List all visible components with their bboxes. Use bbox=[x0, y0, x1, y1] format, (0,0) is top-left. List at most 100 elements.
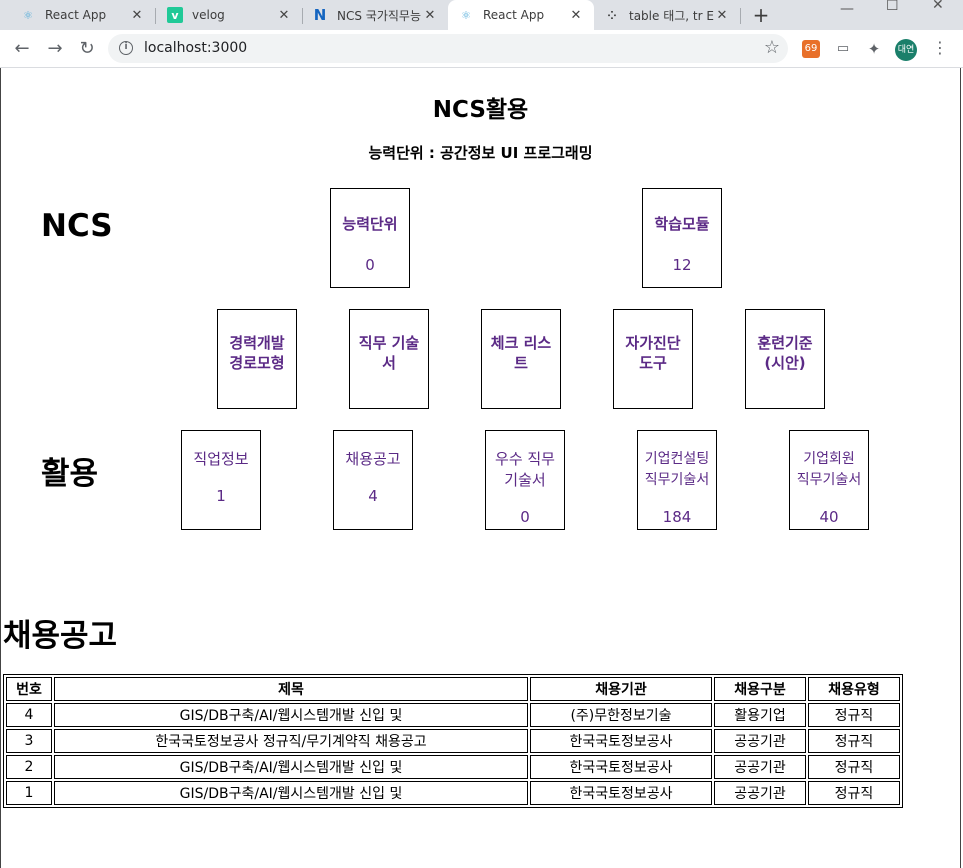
dots-icon: ⁘ bbox=[607, 8, 617, 22]
col-header-type: 채용유형 bbox=[808, 677, 900, 701]
menu-icon[interactable]: ⋮ bbox=[932, 38, 948, 57]
page-content: NCS활용 능력단위 : 공간정보 UI 프로그래밍 NCS 활용 능력단위 0… bbox=[0, 68, 961, 868]
box-learning-module[interactable]: 학습모듈 12 bbox=[642, 188, 722, 288]
close-window-icon[interactable]: ✕ bbox=[932, 0, 944, 28]
box-consulting-job-description[interactable]: 기업컨설팅 직무기술서 184 bbox=[637, 430, 717, 530]
velog-icon: v bbox=[167, 7, 183, 23]
tab-title: React App bbox=[483, 8, 545, 22]
cell-number: 2 bbox=[6, 755, 52, 779]
ncs-icon: N bbox=[313, 6, 327, 24]
close-icon[interactable]: ✕ bbox=[422, 8, 438, 23]
tab-ncs[interactable]: N NCS 국가직무능 ✕ bbox=[302, 0, 448, 30]
table-row[interactable]: 2 GIS/DB구축/AI/웹시스템개발 신입 및 한국국토정보공사 공공기관 … bbox=[6, 755, 900, 779]
box-label: 경력개발 경로모형 bbox=[229, 334, 285, 372]
info-icon[interactable]: i bbox=[119, 41, 133, 55]
cell-title[interactable]: GIS/DB구축/AI/웹시스템개발 신입 및 bbox=[54, 703, 528, 727]
address-bar[interactable]: i localhost:3000 ☆ bbox=[108, 34, 788, 63]
col-header-category: 채용구분 bbox=[714, 677, 806, 701]
cell-type: 정규직 bbox=[808, 781, 900, 805]
cell-title[interactable]: 한국국토정보공사 정규직/무기계약직 채용공고 bbox=[54, 729, 528, 753]
box-label: 직업정보 bbox=[193, 450, 249, 468]
close-icon[interactable]: ✕ bbox=[276, 8, 292, 23]
box-value: 0 bbox=[520, 508, 530, 526]
cell-agency: 한국국토정보공사 bbox=[530, 755, 712, 779]
box-self-diagnosis[interactable]: 자가진단 도구 bbox=[613, 309, 693, 409]
cell-category: 공공기관 bbox=[714, 729, 806, 753]
cell-category: 활용기업 bbox=[714, 703, 806, 727]
box-value: 4 bbox=[368, 487, 378, 505]
table-row[interactable]: 1 GIS/DB구축/AI/웹시스템개발 신입 및 한국국토정보공사 공공기관 … bbox=[6, 781, 900, 805]
box-label: 기업컨설팅 직무기술서 bbox=[644, 451, 710, 488]
puzzle-icon[interactable]: ✦ bbox=[865, 40, 883, 58]
col-header-agency: 채용기관 bbox=[530, 677, 712, 701]
cell-category: 공공기관 bbox=[714, 781, 806, 805]
forward-icon[interactable]: → bbox=[44, 38, 66, 60]
box-excellent-job-description[interactable]: 우수 직무 기술서 0 bbox=[485, 430, 565, 530]
page-title: NCS활용 bbox=[432, 97, 529, 123]
browser-toolbar: ← → ↻ i localhost:3000 ☆ 69 ▭ ✦ 대연 ⋮ bbox=[0, 30, 963, 68]
cell-number: 4 bbox=[6, 703, 52, 727]
tab-title: table 태그, tr E bbox=[629, 8, 714, 23]
react-icon: ⚛ bbox=[23, 8, 33, 22]
minimize-icon[interactable]: — bbox=[840, 2, 854, 32]
cell-number: 3 bbox=[6, 729, 52, 753]
tab-velog[interactable]: v velog ✕ bbox=[155, 0, 302, 30]
box-member-job-description[interactable]: 기업회원 직무기술서 40 bbox=[789, 430, 869, 530]
cell-number: 1 bbox=[6, 781, 52, 805]
cell-agency: (주)무한정보기술 bbox=[530, 703, 712, 727]
new-tab-button[interactable]: + bbox=[750, 4, 772, 26]
cell-title[interactable]: GIS/DB구축/AI/웹시스템개발 신입 및 bbox=[54, 755, 528, 779]
tab-separator bbox=[740, 8, 741, 24]
maximize-icon[interactable]: ☐ bbox=[886, 0, 899, 29]
box-training-standard[interactable]: 훈련기준 (시안) bbox=[745, 309, 825, 409]
tab-react-app-1[interactable]: ⚛ React App ✕ bbox=[0, 0, 155, 30]
box-value: 12 bbox=[672, 256, 692, 274]
extension-icon[interactable]: 69 bbox=[802, 40, 820, 58]
box-label: 직무 기술 서 bbox=[358, 334, 420, 372]
close-icon[interactable]: ✕ bbox=[714, 8, 730, 23]
box-value: 1 bbox=[216, 487, 226, 505]
box-label: 우수 직무 기술서 bbox=[495, 450, 555, 489]
box-checklist[interactable]: 체크 리스 트 bbox=[481, 309, 561, 409]
back-icon[interactable]: ← bbox=[11, 38, 33, 60]
col-header-number: 번호 bbox=[6, 677, 52, 701]
box-value: 184 bbox=[662, 508, 692, 526]
box-job-posting[interactable]: 채용공고 4 bbox=[333, 430, 413, 530]
box-job-description[interactable]: 직무 기술 서 bbox=[349, 309, 429, 409]
usage-label: 활용 bbox=[41, 456, 99, 492]
cell-title[interactable]: GIS/DB구축/AI/웹시스템개발 신입 및 bbox=[54, 781, 528, 805]
box-job-info[interactable]: 직업정보 1 bbox=[181, 430, 261, 530]
recruit-section-title: 채용공고 bbox=[3, 618, 118, 654]
box-label: 능력단위 bbox=[342, 215, 398, 233]
tab-strip: ⚛ React App ✕ v velog ✕ N NCS 국가직무능 ✕ ⚛ … bbox=[0, 0, 963, 30]
box-career-path[interactable]: 경력개발 경로모형 bbox=[217, 309, 297, 409]
box-label: 체크 리스 트 bbox=[490, 334, 552, 372]
table-row[interactable]: 3 한국국토정보공사 정규직/무기계약직 채용공고 한국국토정보공사 공공기관 … bbox=[6, 729, 900, 753]
recruit-table: 번호 제목 채용기관 채용구분 채용유형 4 GIS/DB구축/AI/웹시스템개… bbox=[3, 674, 903, 808]
cell-type: 정규직 bbox=[808, 755, 900, 779]
box-value: 40 bbox=[819, 508, 839, 526]
tab-title: velog bbox=[192, 8, 225, 22]
box-label: 채용공고 bbox=[345, 450, 401, 468]
close-icon[interactable]: ✕ bbox=[129, 8, 145, 23]
tab-title: NCS 국가직무능 bbox=[337, 8, 421, 23]
col-header-title: 제목 bbox=[54, 677, 528, 701]
box-label: 학습모듈 bbox=[654, 215, 710, 233]
tab-react-app-active[interactable]: ⚛ React App ✕ bbox=[448, 0, 594, 30]
tab-table[interactable]: ⁘ table 태그, tr E ✕ bbox=[594, 0, 740, 30]
cell-type: 정규직 bbox=[808, 703, 900, 727]
box-ability-unit[interactable]: 능력단위 0 bbox=[330, 188, 410, 288]
cast-icon[interactable]: ▭ bbox=[834, 40, 852, 58]
box-label: 훈련기준 (시안) bbox=[757, 334, 813, 372]
star-icon[interactable]: ☆ bbox=[764, 37, 780, 58]
tab-title: React App bbox=[45, 8, 107, 22]
table-row[interactable]: 4 GIS/DB구축/AI/웹시스템개발 신입 및 (주)무한정보기술 활용기업… bbox=[6, 703, 900, 727]
box-value: 0 bbox=[365, 256, 375, 274]
cell-agency: 한국국토정보공사 bbox=[530, 781, 712, 805]
cell-category: 공공기관 bbox=[714, 755, 806, 779]
box-label: 자가진단 도구 bbox=[625, 334, 681, 372]
box-label: 기업회원 직무기술서 bbox=[796, 451, 862, 488]
reload-icon[interactable]: ↻ bbox=[76, 38, 98, 60]
close-icon[interactable]: ✕ bbox=[568, 8, 584, 23]
avatar[interactable]: 대연 bbox=[895, 39, 917, 61]
